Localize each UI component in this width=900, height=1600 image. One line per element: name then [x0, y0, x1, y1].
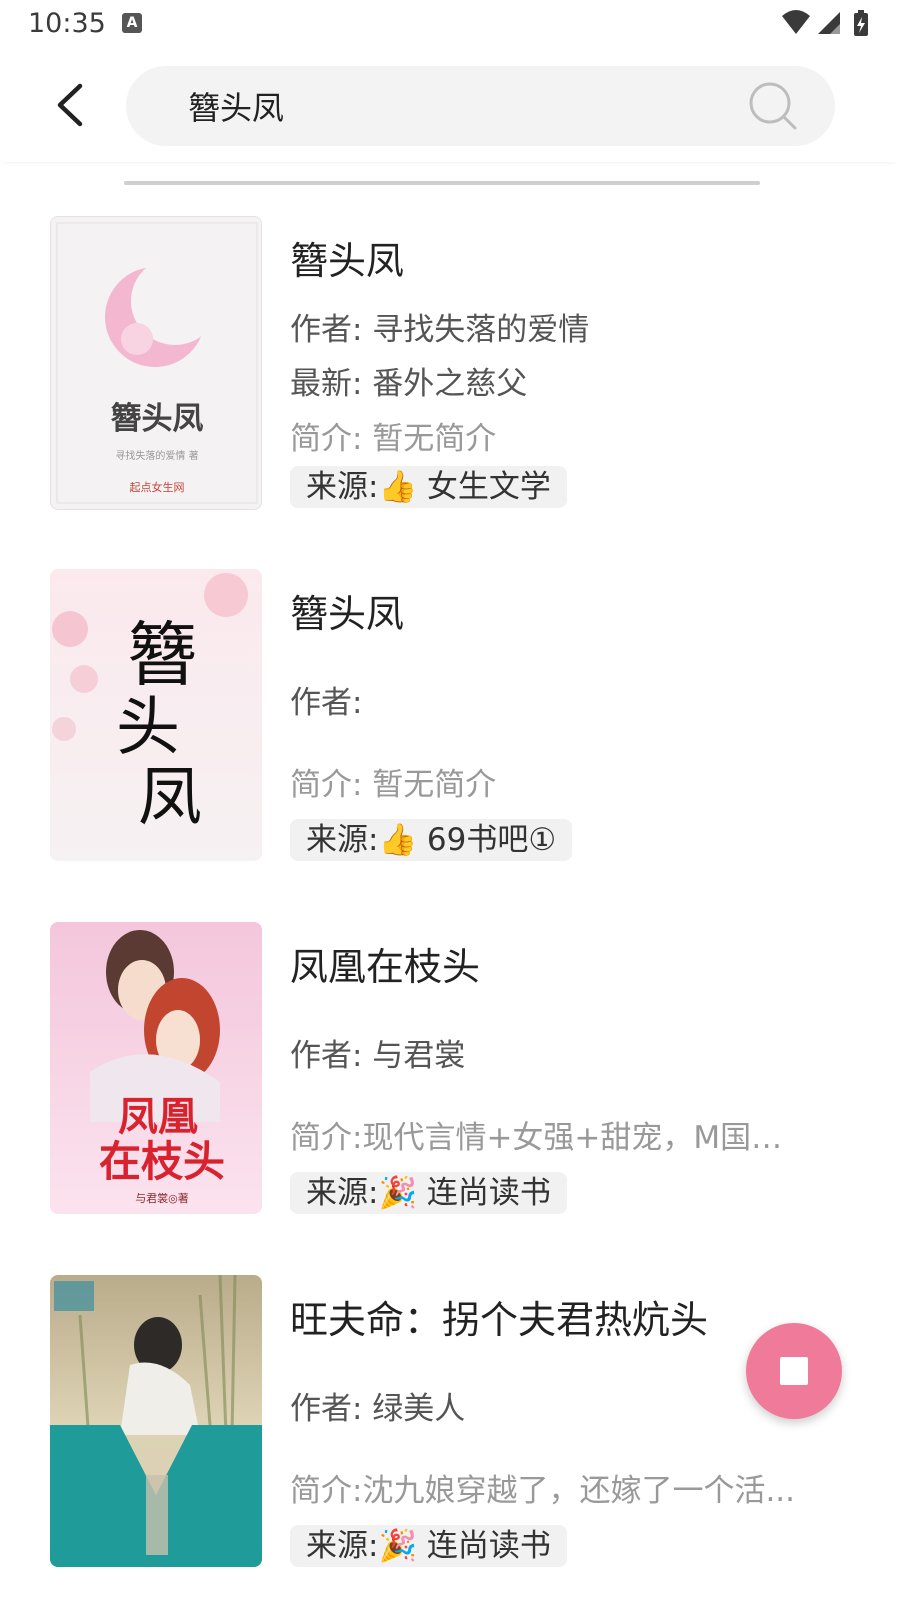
book-intro: 简介:现代言情+女强+甜宠，M国的... — [290, 1120, 810, 1156]
book-cover: 凤凰 在枝头 与君裳◎著 — [50, 922, 262, 1214]
book-author: 作者: 与君裳 — [290, 1038, 466, 1074]
cover-author: 寻找失落的爱情 著 — [115, 449, 198, 462]
book-source-badge: 来源:🎉 连尚读书 — [290, 1172, 567, 1214]
book-source-badge: 来源:👍 女生文学 — [290, 466, 567, 508]
system-icons — [780, 8, 872, 38]
book-cover: 簪 头 凤 — [50, 569, 262, 861]
back-button[interactable] — [46, 80, 96, 130]
book-source-badge: 来源:🎉 连尚读书 — [290, 1525, 567, 1567]
book-intro: 简介: 暂无简介 — [290, 421, 497, 457]
book-source-badge: 来源:👍 69书吧① — [290, 819, 573, 861]
status-bar: 10:35 A — [0, 0, 900, 50]
svg-text:凤: 凤 — [138, 761, 202, 835]
book-author: 作者: 绿美人 — [290, 1391, 466, 1427]
book-title: 凤凰在枝头 — [290, 945, 481, 989]
book-intro: 简介:沈九娘穿越了，还嫁了一个活... — [290, 1473, 796, 1509]
search-icon — [749, 82, 797, 130]
list-item[interactable]: 簪 头 凤 簪头凤 作者: 简介: 暂无简介 来源:👍 69书吧① — [0, 553, 900, 861]
book-intro: 简介: 暂无简介 — [290, 767, 497, 803]
search-box[interactable] — [126, 66, 835, 146]
list-item[interactable]: 凤凰 在枝头 与君裳◎著 凤凰在枝头 作者: 与君裳 简介:现代言情+女强+甜宠… — [0, 906, 900, 1214]
loading-progress-bar — [124, 181, 760, 185]
battery-icon — [854, 10, 868, 36]
list-item[interactable]: 簪头凤 寻找失落的爱情 著 起点女生网 簪头凤 作者: 寻找失落的爱情 最新: … — [0, 200, 900, 510]
svg-text:凤凰: 凤凰 — [118, 1093, 198, 1140]
search-input[interactable] — [188, 66, 738, 146]
book-title: 簪头凤 — [290, 592, 405, 636]
book-title: 簪头凤 — [290, 239, 405, 283]
wifi-icon — [782, 10, 810, 34]
stop-search-button[interactable] — [746, 1323, 842, 1419]
book-author: 作者: — [290, 685, 363, 721]
cover-title: 簪 — [127, 614, 197, 696]
svg-text:头: 头 — [116, 691, 180, 765]
book-title: 旺夫命：拐个夫君热炕头 — [290, 1298, 709, 1342]
app-notification-icon: A — [122, 13, 142, 33]
arrow-left-icon — [57, 83, 83, 127]
book-latest-chapter: 最新: 番外之慈父 — [290, 366, 528, 402]
cover-title: 簪头凤 — [111, 401, 204, 437]
svg-text:在枝头: 在枝头 — [99, 1137, 225, 1186]
search-toolbar — [0, 50, 900, 162]
cover-author: 与君裳◎著 — [135, 1191, 189, 1205]
stop-icon — [780, 1357, 808, 1385]
book-author: 作者: 寻找失落的爱情 — [290, 312, 590, 348]
cover-publisher: 起点女生网 — [130, 480, 185, 494]
search-button[interactable] — [747, 80, 799, 132]
status-time: 10:35 — [28, 8, 106, 39]
book-cover — [50, 1275, 262, 1567]
signal-icon — [818, 12, 840, 34]
book-cover: 簪头凤 寻找失落的爱情 著 起点女生网 — [50, 216, 262, 510]
